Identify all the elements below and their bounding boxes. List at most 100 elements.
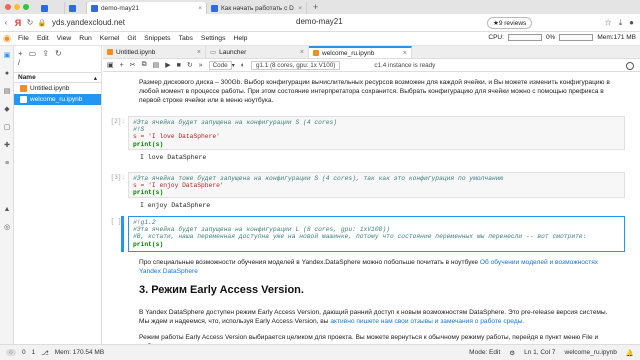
file-list-header[interactable]: Name ▴ [14,72,101,83]
menu-edit[interactable]: Edit [33,35,53,42]
menu-git[interactable]: Git [123,35,140,42]
extension-icon[interactable]: ✚ [3,142,11,150]
file-row[interactable]: Untitled.ipynb [14,83,101,94]
notebook-content[interactable]: Размер дискового диска – 300Gb. Выбор ко… [103,72,640,344]
new-tab-icon[interactable]: + [313,2,318,12]
git-icon[interactable]: ◆ [3,106,11,114]
notebook-icon [20,96,27,103]
docker-icon[interactable]: ▲ [3,206,11,214]
mem-bar [559,34,594,41]
current-file: welcome_ru.ipynb [564,349,617,356]
menu-snippets[interactable]: Snippets [140,35,174,42]
folder-icon[interactable]: ▣ [3,52,11,60]
profile-icon[interactable]: ● [629,18,634,28]
breadcrumb[interactable]: / [14,60,101,72]
close-window-icon[interactable] [5,4,11,10]
add-cell-icon[interactable]: + [120,62,124,69]
browser-tab-active[interactable]: demo-may21 × [87,2,207,14]
copy-icon[interactable]: ⧉ [142,61,147,69]
settings-icon[interactable]: ⚙ [509,349,515,357]
main-area: Untitled.ipynb × ▭ Launcher × welcome_ru… [103,46,640,344]
cell-type-select[interactable]: Code [208,60,232,70]
stop-icon[interactable]: ■ [177,62,181,69]
launcher-icon: ▭ [210,49,217,56]
simple-mode-toggle[interactable]: ○ [6,349,16,356]
code-cell[interactable]: #Эта ячейка будет запущена на конфигурац… [128,116,625,150]
tab-label: demo-may21 [101,4,139,12]
git-diff-icon[interactable]: ◐ [241,62,245,69]
menu-help[interactable]: Help [229,35,251,42]
menu-run[interactable]: Run [75,35,95,42]
code-cell[interactable]: #Эта ячейка тоже будет запущена на конфи… [128,172,625,198]
restart-icon[interactable]: ↻ [187,61,193,69]
back-icon[interactable]: ‹ [0,18,12,27]
tab-label: Как начать работать с D [221,4,294,12]
browser-tab-pinned-2[interactable] [65,2,87,14]
jupyter-logo-icon: ◉ [3,33,11,43]
sort-arrow-icon: ▴ [93,74,97,82]
cut-icon[interactable]: ✂ [130,61,136,69]
tab-label: Launcher [219,48,247,56]
notebook-icon [107,49,113,55]
notification-icon[interactable]: 🔔 [626,349,634,357]
url-field[interactable]: yds.yandexcloud.net [52,18,125,27]
close-icon[interactable]: × [197,49,201,56]
git-branch-icon[interactable]: ⎇ [41,349,49,357]
new-launcher-icon[interactable]: + [18,49,23,58]
close-tab-icon[interactable]: × [198,5,202,12]
tabs-icon[interactable]: ▢ [3,124,11,132]
file-row-selected[interactable]: welcome_ru.ipynb [14,94,101,105]
running-icon[interactable]: ● [3,70,11,78]
menu-view[interactable]: View [53,35,76,42]
tab-launcher[interactable]: ▭ Launcher × [206,46,309,58]
yandex-logo-icon[interactable]: Я [12,18,24,28]
browser-tab-pinned[interactable] [37,2,65,14]
cursor-position[interactable]: Ln 1, Col 7 [524,349,555,357]
tab-favicon-icon [69,4,76,12]
column-name-header[interactable]: Name [18,74,36,81]
menu-kernel[interactable]: Kernel [96,35,124,42]
menu-settings[interactable]: Settings [197,35,230,42]
datasets-icon[interactable]: ◎ [3,224,11,232]
download-icon[interactable]: ⤓ [619,18,623,28]
instance-selector[interactable]: g1.1 (8 cores, gpu: 1x V100) [250,60,341,70]
tab-untitled[interactable]: Untitled.ipynb × [103,46,206,58]
new-folder-icon[interactable]: ▭ [29,49,37,58]
lock-icon: 🔒 [37,19,47,27]
paste-icon[interactable]: ▤ [153,61,160,69]
cell-prompt: [2]: [110,118,125,125]
folder-path[interactable]: / [18,60,20,67]
chevron-down-icon[interactable]: ▾ [232,62,235,69]
commands-icon[interactable]: ▤ [3,88,11,96]
menu-tabs[interactable]: Tabs [175,35,197,42]
save-icon[interactable]: ▣ [107,61,114,69]
terminals-count[interactable]: 0 [22,349,26,356]
feedback-link[interactable]: активно пишете нам свои отзывы и замечан… [330,318,524,325]
code-line: #Эта ячейка будет запущена на конфигурац… [133,119,338,126]
reviews-badge[interactable]: ★9 reviews [487,17,533,29]
section-heading: 3. Режим Early Access Version. [139,284,304,296]
fast-forward-icon[interactable]: » [199,62,203,69]
tab-welcome[interactable]: welcome_ru.ipynb × [309,46,412,58]
reload-icon[interactable]: ↻ [24,18,36,27]
address-bar-tools: ☆ ⤓ ● [604,18,634,28]
upload-icon[interactable]: ⇪ [42,49,49,58]
run-icon[interactable]: ▶ [165,61,170,69]
close-icon[interactable]: × [403,50,407,57]
close-icon[interactable]: × [300,49,304,56]
kernels-count[interactable]: 1 [32,349,36,356]
notebook-toolbar: ▣ + ✂ ⧉ ▤ ▶ ■ ↻ » Code ▾ ◐ g1.1 (8 cores… [103,59,640,72]
notebook-icon [20,85,27,92]
variables-icon[interactable]: ≡ [3,160,11,168]
code-cell-active[interactable]: #!g1.2 #Эта ячейка будет запущена на кон… [128,216,625,252]
menu-file[interactable]: File [14,35,33,42]
maximize-window-icon[interactable] [23,4,29,10]
window-controls [5,4,29,10]
cell-prompt: [ ]: [110,218,125,225]
minimize-window-icon[interactable] [14,4,20,10]
refresh-icon[interactable]: ↻ [55,49,62,58]
bookmark-icon[interactable]: ☆ [604,18,611,28]
tab-favicon-icon [91,4,98,12]
close-tab-icon[interactable]: × [298,5,302,12]
browser-tab[interactable]: Как начать работать с D × [207,2,307,14]
